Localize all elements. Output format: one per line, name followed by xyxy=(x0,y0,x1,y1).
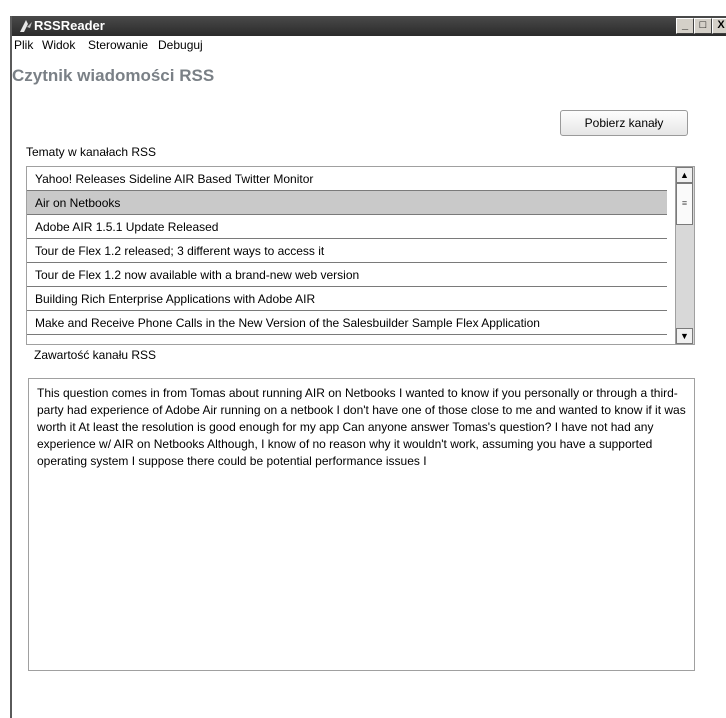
list-item[interactable]: Tour de Flex 1.2 now available with a br… xyxy=(27,263,667,287)
topics-label: Tematy w kanałach RSS xyxy=(26,145,157,159)
list-item[interactable]: Tour de Flex 1.2 released; 3 different w… xyxy=(27,239,667,263)
scroll-down-arrow-icon[interactable]: ▼ xyxy=(676,328,693,344)
title-bar[interactable]: RSSReader _ □ X xyxy=(12,16,726,36)
list-item[interactable]: Yahoo! Releases Sideline AIR Based Twitt… xyxy=(27,167,667,191)
content-label: Zawartość kanału RSS xyxy=(34,348,157,362)
topics-scrollbar[interactable]: ▲ ≡ ▼ xyxy=(675,167,694,344)
maximize-button[interactable]: □ xyxy=(694,18,712,34)
window-title: RSSReader xyxy=(34,18,105,33)
menu-bar: Plik Widok Sterowanie Debuguj xyxy=(12,36,726,54)
list-item-selected[interactable]: Air on Netbooks xyxy=(27,191,667,215)
scroll-up-arrow-icon[interactable]: ▲ xyxy=(676,167,693,183)
scrollbar-thumb[interactable]: ≡ xyxy=(676,183,693,225)
menu-debuguj[interactable]: Debuguj xyxy=(158,38,203,52)
menu-sterowanie[interactable]: Sterowanie xyxy=(88,38,148,52)
minimize-button[interactable]: _ xyxy=(676,18,694,34)
close-button[interactable]: X xyxy=(712,18,726,34)
air-app-icon xyxy=(20,20,32,32)
menu-plik[interactable]: Plik xyxy=(14,38,33,52)
list-item[interactable]: Adobe AIR 1.5.1 Update Released xyxy=(27,215,667,239)
app-heading: Czytnik wiadomości RSS xyxy=(12,66,215,85)
fetch-feeds-button[interactable]: Pobierz kanały xyxy=(560,110,688,136)
list-item[interactable]: Make and Receive Phone Calls in the New … xyxy=(27,311,667,335)
menu-widok[interactable]: Widok xyxy=(42,38,75,52)
feed-content-area[interactable]: This question comes in from Tomas about … xyxy=(28,378,695,671)
topics-list[interactable]: Yahoo! Releases Sideline AIR Based Twitt… xyxy=(26,166,695,345)
list-item[interactable]: Building Rich Enterprise Applications wi… xyxy=(27,287,667,311)
